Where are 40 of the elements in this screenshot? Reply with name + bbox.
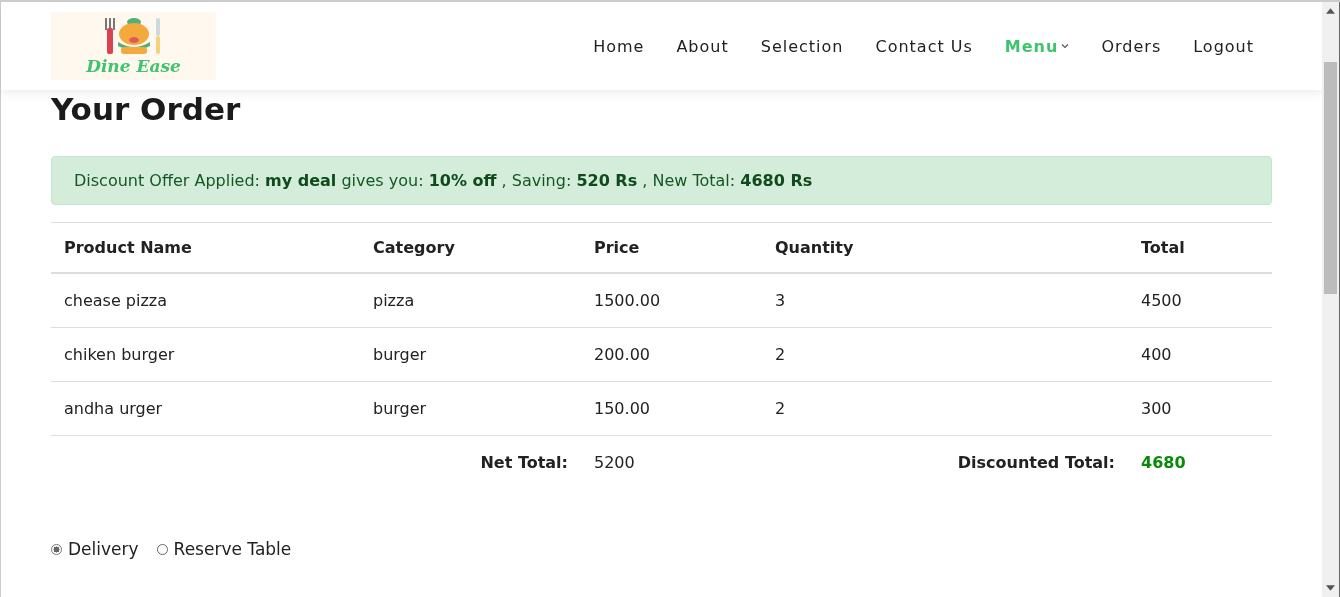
radio-label[interactable]: Delivery <box>68 539 139 559</box>
table-cell: 4500 <box>1128 273 1272 328</box>
table-cell: burger <box>360 381 581 436</box>
table-cell: burger <box>360 327 581 382</box>
net-total-value: 5200 <box>581 435 762 489</box>
scrollbar-thumb[interactable] <box>1324 62 1337 294</box>
table-cell: 300 <box>1128 381 1272 436</box>
column-header: Total <box>1128 222 1272 273</box>
nav-link[interactable]: Home <box>593 36 645 56</box>
table-cell: chiken burger <box>51 327 360 382</box>
column-header: Category <box>360 222 581 273</box>
nav-link[interactable]: About <box>676 36 729 56</box>
discount-alert: Discount Offer Applied: my deal gives you: 10% off , Saving: 520 Rs , New Total: 4680 Rs <box>51 156 1272 205</box>
logo-text: Dine Ease <box>86 56 181 76</box>
table-cell: 1500.00 <box>581 273 762 328</box>
scrollbar[interactable] <box>1322 2 1340 597</box>
table-cell: 2 <box>762 327 1128 382</box>
radio-label[interactable]: Reserve Table <box>173 539 292 559</box>
column-header: Product Name <box>51 222 360 273</box>
table-cell: 200.00 <box>581 327 762 382</box>
table-cell: pizza <box>360 273 581 328</box>
scroll-up-icon[interactable] <box>1326 8 1335 14</box>
table-cell: 3 <box>762 273 1128 328</box>
discounted-total-label: Discounted Total: <box>762 435 1128 489</box>
discounted-total-value: 4680 <box>1128 435 1272 489</box>
table-cell: 400 <box>1128 327 1272 382</box>
net-total-label: Net Total: <box>360 435 581 489</box>
radio-button[interactable] <box>51 543 62 555</box>
table-cell: chease pizza <box>51 273 360 328</box>
column-header: Quantity <box>762 222 1128 273</box>
table-cell: 150.00 <box>581 381 762 436</box>
column-header: Price <box>581 222 762 273</box>
page-title: Your Order <box>51 90 242 126</box>
nav-link[interactable]: Selection <box>760 36 844 56</box>
nav-link[interactable]: Logout <box>1193 36 1254 56</box>
table-cell: 2 <box>762 381 1128 436</box>
table-cell: andha urger <box>51 381 360 436</box>
scroll-down-icon[interactable] <box>1326 585 1335 591</box>
nav-link[interactable]: Orders <box>1101 36 1162 56</box>
nav-link[interactable]: Contact Us <box>875 36 973 56</box>
